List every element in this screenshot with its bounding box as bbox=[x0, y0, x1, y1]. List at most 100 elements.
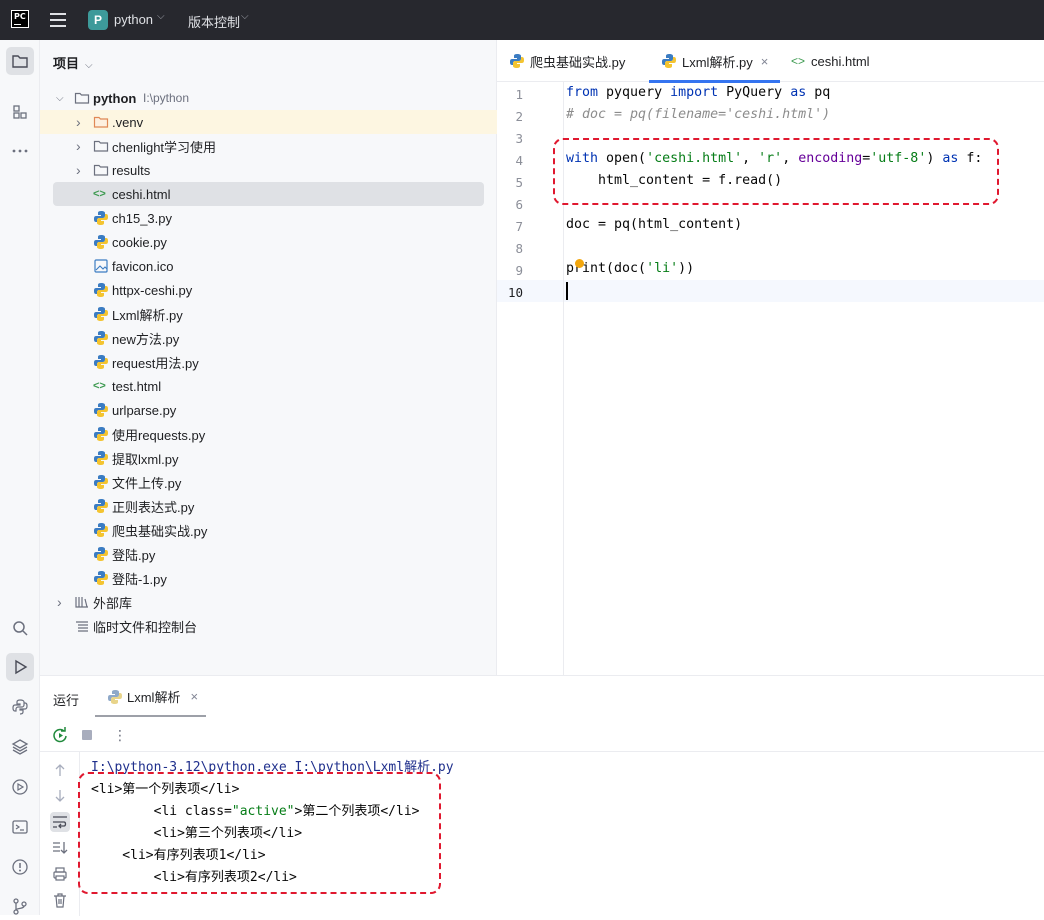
tab-spider-basics[interactable]: 爬虫基础实战.py bbox=[509, 40, 625, 82]
structure-icon[interactable] bbox=[6, 98, 34, 126]
code-line-9[interactable]: print(doc('li')) bbox=[566, 261, 694, 276]
tab-ceshi-html[interactable]: <> ceshi.html bbox=[791, 40, 870, 82]
tree-root-python[interactable]: ⌵ python I:\python bbox=[40, 86, 497, 110]
layers-icon[interactable] bbox=[6, 733, 34, 761]
run-toolbar: ⋮ bbox=[40, 718, 1044, 752]
folder-icon bbox=[74, 90, 90, 109]
python-file-icon bbox=[93, 354, 109, 370]
scratches-icon bbox=[74, 618, 90, 637]
tree-item-label: new方法.py bbox=[112, 331, 180, 347]
git-icon[interactable] bbox=[6, 892, 34, 920]
chevron-down-icon[interactable]: ⌵ bbox=[241, 11, 249, 22]
tree-item[interactable]: httpx-ceshi.py bbox=[40, 278, 497, 302]
intention-bulb-icon[interactable] bbox=[575, 259, 584, 268]
chevron-down-icon[interactable]: ⌵ bbox=[157, 11, 165, 22]
services-icon[interactable] bbox=[6, 773, 34, 801]
tree-item[interactable]: ch15_3.py bbox=[40, 206, 497, 230]
text-caret bbox=[566, 282, 568, 300]
chevron-right-icon[interactable]: › bbox=[57, 594, 62, 610]
tree-item[interactable]: 使用requests.py bbox=[40, 422, 497, 446]
stop-icon[interactable] bbox=[78, 726, 96, 744]
run-tab-lxml[interactable]: Lxml解析 × bbox=[95, 676, 206, 717]
python-console-icon[interactable] bbox=[6, 693, 34, 721]
project-selector[interactable]: python bbox=[114, 12, 153, 27]
tree-item-label: chenlight学习使用 bbox=[112, 139, 217, 155]
tree-item-label: 登陆.py bbox=[112, 547, 156, 563]
line-number: 10 bbox=[507, 285, 523, 300]
tree-item[interactable]: 提取lxml.py bbox=[40, 446, 497, 470]
python-file-icon bbox=[93, 522, 109, 538]
main-menu-icon[interactable] bbox=[50, 13, 66, 27]
search-icon[interactable] bbox=[6, 614, 34, 642]
tree-item[interactable]: › .venv bbox=[40, 110, 497, 134]
trash-icon[interactable] bbox=[50, 890, 70, 910]
project-panel-header[interactable]: 项目 ⌵ bbox=[53, 53, 93, 72]
tree-item-label: 爬虫基础实战.py bbox=[112, 523, 208, 539]
tree-item[interactable]: 文件上传.py bbox=[40, 470, 497, 494]
chevron-right-icon[interactable]: › bbox=[76, 114, 81, 130]
code-line-1[interactable]: from pyquery import PyQuery as pq bbox=[566, 85, 830, 100]
tree-item[interactable]: urlparse.py bbox=[40, 398, 497, 422]
pycharm-logo-icon: PC bbox=[11, 10, 29, 28]
run-icon[interactable] bbox=[6, 653, 34, 681]
tree-scratches[interactable]: 临时文件和控制台 bbox=[40, 614, 497, 638]
tree-item[interactable]: › results bbox=[40, 158, 497, 182]
tree-item-label: favicon.ico bbox=[112, 258, 174, 274]
tree-item-label: httpx-ceshi.py bbox=[112, 282, 193, 298]
chevron-right-icon[interactable]: › bbox=[76, 162, 81, 178]
title-bar: PC P python ⌵ 版本控制 ⌵ bbox=[0, 0, 1044, 40]
python-file-icon bbox=[93, 234, 109, 250]
chevron-down-icon[interactable]: ⌵ bbox=[56, 93, 64, 104]
tree-item[interactable]: new方法.py bbox=[40, 326, 497, 350]
python-file-icon bbox=[93, 330, 109, 346]
python-file-icon bbox=[510, 54, 524, 68]
close-icon[interactable]: × bbox=[190, 689, 198, 704]
tree-item[interactable]: 正则表达式.py bbox=[40, 494, 497, 518]
python-file-icon bbox=[93, 546, 109, 562]
tree-item[interactable]: request用法.py bbox=[40, 350, 497, 374]
chevron-down-icon[interactable]: ⌵ bbox=[85, 60, 93, 71]
python-file-icon bbox=[662, 54, 676, 68]
scroll-to-end-icon[interactable] bbox=[50, 838, 70, 858]
tree-item[interactable]: <> ceshi.html bbox=[53, 182, 484, 206]
tree-item-label: 提取lxml.py bbox=[112, 451, 179, 467]
rerun-icon[interactable] bbox=[51, 726, 69, 744]
project-folder-icon[interactable] bbox=[6, 47, 34, 75]
tree-item[interactable]: Lxml解析.py bbox=[40, 302, 497, 326]
tree-item[interactable]: 登陆.py bbox=[40, 542, 497, 566]
folder-icon bbox=[93, 162, 109, 178]
tree-item-label: urlparse.py bbox=[112, 402, 177, 418]
problems-icon[interactable] bbox=[6, 853, 34, 881]
annotation-box bbox=[553, 138, 999, 205]
more-options-icon[interactable]: ⋮ bbox=[111, 726, 129, 744]
vcs-menu[interactable]: 版本控制 bbox=[188, 12, 240, 31]
python-file-icon bbox=[93, 498, 109, 514]
python-file-icon bbox=[108, 689, 122, 704]
close-icon[interactable]: × bbox=[761, 54, 769, 69]
python-file-icon bbox=[93, 450, 109, 466]
editor-tabs: 爬虫基础实战.py Lxml解析.py × <> ceshi.html bbox=[497, 40, 1044, 83]
tree-item-label: test.html bbox=[112, 378, 162, 394]
image-file-icon bbox=[93, 258, 109, 274]
terminal-icon[interactable] bbox=[6, 813, 34, 841]
tree-item[interactable]: 爬虫基础实战.py bbox=[40, 518, 497, 542]
code-line-7[interactable]: doc = pq(html_content) bbox=[566, 217, 742, 232]
soft-wrap-icon[interactable] bbox=[50, 812, 70, 832]
project-badge[interactable]: P bbox=[88, 10, 108, 30]
tree-item[interactable]: <> test.html bbox=[40, 374, 497, 398]
tree-item-label: 使用requests.py bbox=[112, 427, 206, 443]
tree-item[interactable]: cookie.py bbox=[40, 230, 497, 254]
tab-lxml-parse[interactable]: Lxml解析.py × bbox=[649, 40, 780, 83]
scroll-down-icon[interactable] bbox=[50, 786, 70, 806]
scroll-up-icon[interactable] bbox=[50, 760, 70, 780]
tree-item[interactable]: favicon.ico bbox=[40, 254, 497, 278]
tree-item[interactable]: › chenlight学习使用 bbox=[40, 134, 497, 158]
print-icon[interactable] bbox=[50, 864, 70, 884]
tree-item[interactable]: 登陆-1.py bbox=[40, 566, 497, 590]
tree-external-libraries[interactable]: › 外部库 bbox=[40, 590, 497, 614]
tree-item-label: 文件上传.py bbox=[112, 475, 182, 491]
more-tools-icon[interactable] bbox=[6, 137, 34, 165]
line-number: 7 bbox=[515, 219, 523, 234]
chevron-right-icon[interactable]: › bbox=[76, 138, 81, 154]
code-line-2[interactable]: # doc = pq(filename='ceshi.html') bbox=[566, 107, 830, 122]
